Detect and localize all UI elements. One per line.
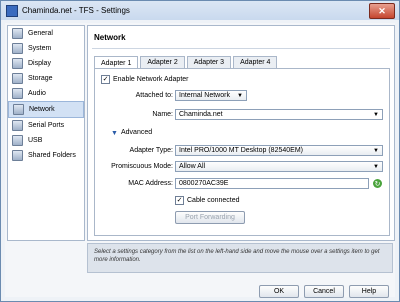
attached-to-label: Attached to:: [135, 92, 173, 99]
adapter-1-panel: ✓ Enable Network Adapter Attached to: In…: [94, 68, 390, 236]
title-bar: Chaminda.net - TFS - Settings ✕: [1, 1, 399, 20]
sidebar-item-label: General: [28, 30, 53, 37]
enable-adapter-checkbox[interactable]: ✓: [101, 75, 110, 84]
attached-to-dropdown[interactable]: Internal Network ▼: [175, 90, 247, 101]
tab-adapter-4[interactable]: Adapter 4: [233, 56, 278, 68]
cable-connected-label: Cable connected: [187, 197, 240, 204]
chevron-down-icon: ▼: [373, 148, 379, 154]
chevron-down-icon: ▼: [373, 164, 379, 170]
storage-icon: [12, 73, 23, 84]
adapter-type-label: Adapter Type:: [129, 147, 173, 154]
enable-adapter-row: ✓ Enable Network Adapter: [101, 75, 189, 84]
advanced-label: Advanced: [121, 129, 153, 136]
port-forwarding-button[interactable]: Port Forwarding: [175, 211, 245, 224]
sidebar-item-usb[interactable]: USB: [8, 133, 84, 148]
attached-to-value: Internal Network: [179, 92, 230, 99]
tab-adapter-3[interactable]: Adapter 3: [186, 56, 232, 68]
mac-address-label: MAC Address:: [128, 180, 173, 187]
settings-category-list: General System Display Storage Audio Net…: [7, 25, 85, 241]
promiscuous-mode-label: Promiscuous Mode:: [111, 163, 173, 170]
refresh-mac-icon[interactable]: ↻: [373, 179, 382, 188]
mac-address-field[interactable]: 0800270AC39E: [175, 178, 369, 189]
chevron-down-icon: ▼: [237, 93, 243, 99]
settings-window: Chaminda.net - TFS - Settings ✕ General …: [0, 0, 400, 302]
name-dropdown[interactable]: Chaminda.net ▼: [175, 109, 383, 120]
ok-button[interactable]: OK: [259, 285, 299, 298]
display-icon: [12, 58, 23, 69]
sidebar-item-serial-ports[interactable]: Serial Ports: [8, 118, 84, 133]
sidebar-item-audio[interactable]: Audio: [8, 86, 84, 101]
adapter-type-value: Intel PRO/1000 MT Desktop (82540EM): [179, 147, 303, 154]
usb-icon: [12, 135, 23, 146]
audio-icon: [12, 88, 23, 99]
name-value: Chaminda.net: [179, 111, 223, 118]
expand-arrow-icon: ▼: [111, 129, 118, 137]
sidebar-item-network[interactable]: Network: [8, 101, 84, 118]
sidebar-item-label: Network: [29, 106, 55, 113]
close-button[interactable]: ✕: [369, 3, 395, 19]
enable-adapter-label: Enable Network Adapter: [113, 76, 189, 83]
sidebar-item-label: Display: [28, 60, 51, 67]
sidebar-item-storage[interactable]: Storage: [8, 71, 84, 86]
sidebar-item-label: Shared Folders: [28, 152, 76, 159]
serial-ports-icon: [12, 120, 23, 131]
sidebar-item-label: Serial Ports: [28, 122, 65, 129]
sidebar-item-label: USB: [28, 137, 43, 144]
promiscuous-mode-value: Allow All: [179, 163, 206, 170]
sidebar-item-label: Storage: [28, 75, 53, 82]
help-button[interactable]: Help: [349, 285, 389, 298]
sidebar-item-general[interactable]: General: [8, 26, 84, 41]
title-divider: [92, 48, 390, 49]
adapter-type-dropdown[interactable]: Intel PRO/1000 MT Desktop (82540EM) ▼: [175, 145, 383, 156]
system-icon: [12, 43, 23, 54]
promiscuous-mode-dropdown[interactable]: Allow All ▼: [175, 161, 383, 172]
sidebar-item-display[interactable]: Display: [8, 56, 84, 71]
advanced-expander[interactable]: ▼ Advanced: [111, 129, 153, 137]
info-description: Select a settings category from the list…: [87, 243, 393, 273]
network-icon: [13, 104, 24, 115]
sidebar-item-label: System: [28, 45, 52, 52]
cable-connected-row: ✓ Cable connected: [175, 196, 240, 205]
dialog-client-area: General System Display Storage Audio Net…: [5, 23, 395, 298]
page-title: Network: [94, 33, 126, 42]
virtualbox-app-icon: [6, 4, 18, 17]
name-label: Name:: [152, 111, 173, 118]
sidebar-item-shared-folders[interactable]: Shared Folders: [8, 148, 84, 163]
cancel-button[interactable]: Cancel: [304, 285, 344, 298]
general-icon: [12, 28, 23, 39]
window-title: Chaminda.net - TFS - Settings: [22, 6, 130, 15]
sidebar-item-system[interactable]: System: [8, 41, 84, 56]
tab-adapter-2[interactable]: Adapter 2: [140, 56, 185, 68]
cable-connected-checkbox[interactable]: ✓: [175, 196, 184, 205]
shared-folders-icon: [12, 150, 23, 161]
chevron-down-icon: ▼: [373, 112, 379, 118]
network-settings-panel: Network Adapter 1 Adapter 2 Adapter 3 Ad…: [87, 25, 395, 241]
sidebar-item-label: Audio: [28, 90, 46, 97]
